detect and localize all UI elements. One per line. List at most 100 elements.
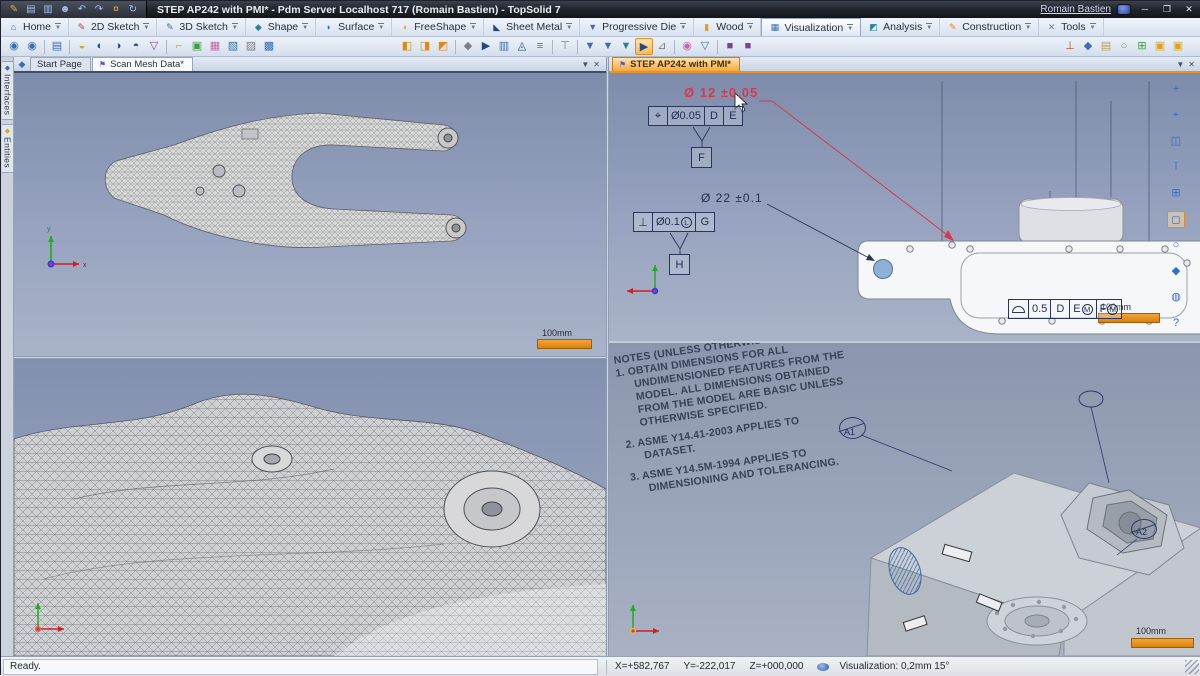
pmi-dimension[interactable]: Ø 22 ±0.1 [701,191,763,205]
pmi-dimension-red[interactable]: Ø 12 ±0.05 [684,85,758,100]
puzzle-exchange-icon[interactable]: ◧ [398,38,416,55]
user-account-link[interactable]: Romain Bastien [1040,4,1111,15]
check-model-icon[interactable]: ◐ [91,38,109,55]
filter-user-icon[interactable]: ▽ [696,38,714,55]
tab-home[interactable]: ⌂Home▼ [1,18,69,36]
layers-icon[interactable]: ▤ [48,38,66,55]
add-point-icon[interactable]: + [1167,81,1185,98]
check-assembly-icon[interactable]: ◑ [109,38,127,55]
tab-split-icon[interactable]: ▼ [1090,23,1096,31]
tab-split-icon[interactable]: ▼ [143,23,149,31]
shape-compare-icon[interactable]: ◆ [459,38,477,55]
tab-analysis[interactable]: ◩Analysis▼ [861,18,940,36]
pmi-3d-view[interactable]: NOTES (UNLESS OTHERWISE SPECIFIED): 1. O… [609,343,1200,656]
user-workspace-icon[interactable]: ☻ [58,3,72,16]
tab-split-icon[interactable]: ▼ [232,23,238,31]
folder-icon[interactable]: ▤ [1097,38,1115,55]
undo-icon[interactable]: ↶ [75,3,89,16]
tab-list-icon[interactable]: ▼ [1176,60,1184,69]
tab-split-icon[interactable]: ▼ [926,23,932,31]
tab-split-icon[interactable]: ▼ [747,23,753,31]
puzzle-sync-icon[interactable]: ◩ [434,38,452,55]
tab-split-icon[interactable]: ▼ [470,23,476,31]
tab-list-icon[interactable]: ▼ [581,60,589,69]
search-model-icon[interactable]: ◉ [5,38,23,55]
update-document-icon[interactable]: ◒ [73,38,91,55]
tab-split-icon[interactable]: ▼ [302,23,308,31]
tab-split-icon[interactable]: ▼ [566,23,572,31]
tab-tools[interactable]: ✕Tools▼ [1039,18,1103,36]
multi-view-icon[interactable]: ⊞ [1167,185,1185,202]
gold-box1-icon[interactable]: ▣ [1151,38,1169,55]
mesh-top-view[interactable]: x y 100mm [14,73,606,356]
connection-status-icon[interactable] [1117,4,1131,15]
filter-icon[interactable]: ▽ [145,38,163,55]
pin-icon[interactable]: ⊤ [556,38,574,55]
tab-construction[interactable]: ✎Construction▼ [940,18,1039,36]
tab-2d-sketch[interactable]: ✎2D Sketch▼ [69,18,157,36]
tab-sheet-metal[interactable]: ◣Sheet Metal▼ [484,18,580,36]
pmi-drawing-view[interactable]: Ø 12 ±0.05 ⌖ Ø0.05 D E F Ø 22 ±0.1 ⊥ Ø0.… [609,73,1200,341]
visualization-status-icon[interactable] [817,663,829,671]
dual-screen-icon[interactable]: ▩ [260,38,278,55]
pane-menu-icon[interactable]: ◆ [14,59,30,70]
feature-control-frame-profile[interactable]: 0.5 D EM FM [1009,299,1122,319]
add-point-options-icon[interactable]: + [1167,107,1185,124]
balloon-a2[interactable]: A2 [1131,519,1157,539]
purple-box1-icon[interactable]: ■ [721,38,739,55]
tab-step-ap242[interactable]: ⚑ STEP AP242 with PMI* [612,57,740,71]
maximize-button[interactable]: ❐ [1159,3,1175,16]
screen-add-icon[interactable]: ⊞ [1133,38,1151,55]
training-icon[interactable]: ◬ [513,38,531,55]
tab-split-icon[interactable]: ▼ [55,23,61,31]
lamp-icon[interactable]: ○ [1115,38,1133,55]
tab-split-icon[interactable]: ▼ [1025,23,1031,31]
feature-control-frame-position[interactable]: ⌖ Ø0.05 D E [649,106,743,126]
app-logo-icon[interactable]: ✎ [7,3,21,16]
help-icon[interactable]: ? [1167,315,1185,332]
datum-label-f[interactable]: F [691,147,712,168]
purple-box2-icon[interactable]: ■ [739,38,757,55]
sync-icon[interactable]: ↻ [126,3,140,16]
mesh-detail-view[interactable]: 20mm [14,359,606,656]
render-style-icon[interactable]: ◍ [1167,289,1185,306]
red-tool-icon[interactable]: ⊥ [1061,38,1079,55]
close-tab-icon[interactable]: ✕ [593,60,600,69]
camera-icon[interactable]: ▨ [242,38,260,55]
tab-split-icon[interactable]: ▼ [378,23,384,31]
tab-wood[interactable]: ▮Wood▼ [694,18,761,36]
resize-grip[interactable] [1185,660,1199,674]
sidebar-item-entities[interactable]: ◆ Entities [2,124,14,173]
light-options-icon[interactable]: ⌐ [170,38,188,55]
tab-3d-sketch[interactable]: ✎3D Sketch▼ [157,18,245,36]
puzzle-update-icon[interactable]: ◨ [416,38,434,55]
redo-icon[interactable]: ↷ [92,3,106,16]
search-assembly-icon[interactable]: ◉ [23,38,41,55]
list-icon[interactable]: ≡ [531,38,549,55]
tab-freeshape[interactable]: ◖FreeShape▼ [392,18,484,36]
minimize-button[interactable]: ─ [1137,3,1153,16]
screen-capture-icon[interactable]: ▧ [224,38,242,55]
iso-view-icon[interactable]: ◆ [1167,263,1185,280]
visual-filter3-icon[interactable]: ▼ [617,38,635,55]
import-view-icon[interactable]: ▣ [188,38,206,55]
tab-progressive-die[interactable]: ▼Progressive Die▼ [580,18,694,36]
tips-icon[interactable]: ¤ [109,3,123,16]
tab-surface[interactable]: ◗Surface▼ [316,18,392,36]
close-button[interactable]: ✕ [1181,3,1197,16]
tab-split-icon[interactable]: ▼ [847,24,853,32]
visual-filter1-icon[interactable]: ▼ [581,38,599,55]
magnifier-icon[interactable]: ○ [1167,237,1185,254]
tab-visualization[interactable]: ▦Visualization▼ [761,18,861,36]
zoom-window-icon[interactable]: ◻ [1167,211,1185,228]
close-tab-icon[interactable]: ✕ [1188,60,1195,69]
screen-settings-icon[interactable]: ▦ [206,38,224,55]
section-view-icon[interactable]: ◫ [1167,133,1185,150]
pin-view-icon[interactable]: ⊺ [1167,159,1185,176]
measure-icon[interactable]: ⊿ [653,38,671,55]
visualization-tolerance[interactable]: Visualization: 0,2mm 15° [839,661,949,672]
datum-label-h[interactable]: H [669,254,690,275]
monitor-icon[interactable]: ▥ [495,38,513,55]
tab-scan-mesh-data[interactable]: ⚑ Scan Mesh Data* [92,57,193,71]
tab-start-page[interactable]: Start Page [30,57,91,71]
